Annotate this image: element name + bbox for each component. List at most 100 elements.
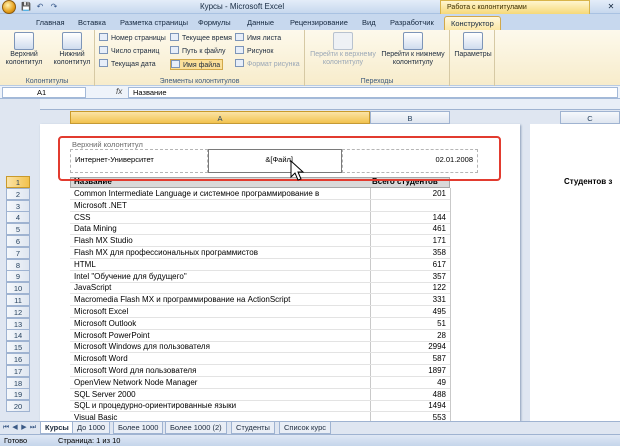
table-cell-name[interactable]: HTML xyxy=(74,259,368,271)
column-header-c[interactable]: C xyxy=(560,111,620,124)
page-count-button[interactable]: Число страниц xyxy=(99,46,159,57)
first-sheet-icon[interactable]: ⏮ xyxy=(2,423,10,433)
tab-insert[interactable]: Вставка xyxy=(72,16,112,30)
table-cell-name[interactable]: JavaScript xyxy=(74,282,368,294)
table-cell-name[interactable]: Common Intermediate Language и системное… xyxy=(74,188,368,200)
column-header-b[interactable]: B xyxy=(370,111,450,124)
tab-home[interactable]: Главная xyxy=(30,16,71,30)
table-cell-name[interactable]: Microsoft Outlook xyxy=(74,318,368,330)
status-ready: Готово xyxy=(4,436,28,445)
table-cell-count[interactable]: 1494 xyxy=(372,400,446,412)
row-number[interactable]: 4 xyxy=(6,211,30,223)
current-time-button[interactable]: Текущее время xyxy=(170,33,232,44)
table-cell-name[interactable]: Data Mining xyxy=(74,223,368,235)
sheet-icon xyxy=(235,33,244,41)
row-number[interactable]: 19 xyxy=(6,388,30,400)
tab-data[interactable]: Данные xyxy=(241,16,280,30)
sheet-tab-spisok-kursov[interactable]: Список курс xyxy=(279,422,331,434)
file-path-button[interactable]: Путь к файлу xyxy=(170,46,225,57)
row-number[interactable]: 10 xyxy=(6,282,30,294)
table-cell-count[interactable]: 51 xyxy=(372,318,446,330)
sheet-tab-bolee-1000[interactable]: Более 1000 xyxy=(113,422,164,434)
table-cell-name[interactable]: Microsoft Word xyxy=(74,353,368,365)
table-cell-name[interactable]: SQL и процедурно-ориентированные языки xyxy=(74,400,368,412)
sheet-tab-studenty[interactable]: Студенты xyxy=(231,422,275,434)
table-cell-name[interactable]: Flash MX Studio xyxy=(74,235,368,247)
sheet-tab-bolee-1000-2[interactable]: Более 1000 (2) xyxy=(165,422,227,434)
row-number[interactable]: 12 xyxy=(6,306,30,318)
row-number[interactable]: 6 xyxy=(6,235,30,247)
table-cell-name[interactable]: Macromedia Flash MX и программирование н… xyxy=(74,294,368,306)
picture-icon xyxy=(235,46,244,54)
table-cell-name[interactable]: Microsoft Excel xyxy=(74,306,368,318)
row-number[interactable]: 1 xyxy=(6,176,30,188)
table-cell-count[interactable]: 201 xyxy=(372,188,446,200)
formula-input[interactable]: Название xyxy=(128,87,618,98)
table-cell-count[interactable]: 171 xyxy=(372,235,446,247)
fx-icon[interactable]: fx xyxy=(116,87,122,96)
header-icon xyxy=(14,32,34,50)
tab-review[interactable]: Рецензирование xyxy=(284,16,354,30)
footer-button[interactable]: Нижний колонтитул xyxy=(50,32,94,67)
close-icon[interactable]: ✕ xyxy=(604,0,618,13)
tab-developer[interactable]: Разработчик xyxy=(384,16,440,30)
params-button[interactable]: Параметры xyxy=(452,32,494,59)
table-cell-count[interactable]: 1897 xyxy=(372,365,446,377)
page-number-button[interactable]: Номер страницы xyxy=(99,33,166,44)
table-cell-count[interactable]: 331 xyxy=(372,294,446,306)
undo-icon[interactable]: ↶ xyxy=(34,1,46,12)
row-number[interactable]: 17 xyxy=(6,365,30,377)
row-number[interactable]: 5 xyxy=(6,223,30,235)
save-icon[interactable]: 💾 xyxy=(20,1,32,12)
sheet-tab-do-1000[interactable]: До 1000 xyxy=(72,422,111,434)
last-sheet-icon[interactable]: ⏭ xyxy=(29,423,37,433)
row-number[interactable]: 15 xyxy=(6,341,30,353)
format-picture-button[interactable]: Формат рисунка xyxy=(235,59,300,70)
table-cell-count[interactable]: 461 xyxy=(372,223,446,235)
table-cell-count[interactable]: 2994 xyxy=(372,341,446,353)
table-cell-name[interactable]: Flash MX для профессиональных программис… xyxy=(74,247,368,259)
file-name-button[interactable]: Имя файла xyxy=(170,59,224,70)
row-number[interactable]: 9 xyxy=(6,270,30,282)
goto-footer-button[interactable]: Перейти к нижнему колонтитулу xyxy=(377,32,449,67)
ribbon-tabs: Главная Вставка Разметка страницы Формул… xyxy=(0,14,620,30)
table-cell-name[interactable]: Microsoft Windows для пользователя xyxy=(74,341,368,353)
tab-view[interactable]: Вид xyxy=(356,16,382,30)
row-number[interactable]: 2 xyxy=(6,188,30,200)
table-cell-count[interactable]: 49 xyxy=(372,377,446,389)
table-cell-count[interactable]: 617 xyxy=(372,259,446,271)
prev-sheet-icon[interactable]: ◀ xyxy=(11,423,19,433)
redo-icon[interactable]: ↷ xyxy=(48,1,60,12)
tab-page-layout[interactable]: Разметка страницы xyxy=(114,16,194,30)
page2-header[interactable]: Студентов з xyxy=(564,176,620,188)
table-cell-count[interactable]: 587 xyxy=(372,353,446,365)
header-button[interactable]: Верхний колонтитул xyxy=(3,32,45,67)
name-box[interactable]: A1 xyxy=(2,87,86,98)
office-button[interactable] xyxy=(2,0,16,14)
page-number-icon xyxy=(99,33,108,41)
current-date-button[interactable]: Текущая дата xyxy=(99,59,156,70)
table-cell-count[interactable] xyxy=(372,200,446,212)
column-header-a[interactable]: A xyxy=(70,111,370,124)
sheet-name-button[interactable]: Имя листа xyxy=(235,33,281,44)
table-cell-name[interactable]: Microsoft .NET xyxy=(74,200,368,212)
table-cell-count[interactable]: 122 xyxy=(372,282,446,294)
table-cell-count[interactable]: 358 xyxy=(372,247,446,259)
goto-header-button[interactable]: Перейти к верхнему колонтитулу xyxy=(307,32,379,67)
row-number[interactable]: 16 xyxy=(6,353,30,365)
window-title: Курсы - Microsoft Excel xyxy=(200,2,285,11)
table-cell-name[interactable]: Microsoft Word для пользователя xyxy=(74,365,368,377)
table-cell-count[interactable]: 495 xyxy=(372,306,446,318)
sheet-tab-kursy[interactable]: Курсы xyxy=(40,422,74,434)
row-number[interactable]: 20 xyxy=(6,400,30,412)
row-number[interactable]: 14 xyxy=(6,329,30,341)
table-cell-name[interactable]: OpenView Network Node Manager xyxy=(74,377,368,389)
goto-footer-icon xyxy=(403,32,423,50)
row-number[interactable]: 7 xyxy=(6,247,30,259)
tab-design[interactable]: Конструктор xyxy=(444,16,501,30)
footer-icon xyxy=(62,32,82,50)
row-number[interactable]: 11 xyxy=(6,294,30,306)
next-sheet-icon[interactable]: ▶ xyxy=(20,423,28,433)
tab-formulas[interactable]: Формулы xyxy=(192,16,237,30)
picture-button[interactable]: Рисунок xyxy=(235,46,273,57)
